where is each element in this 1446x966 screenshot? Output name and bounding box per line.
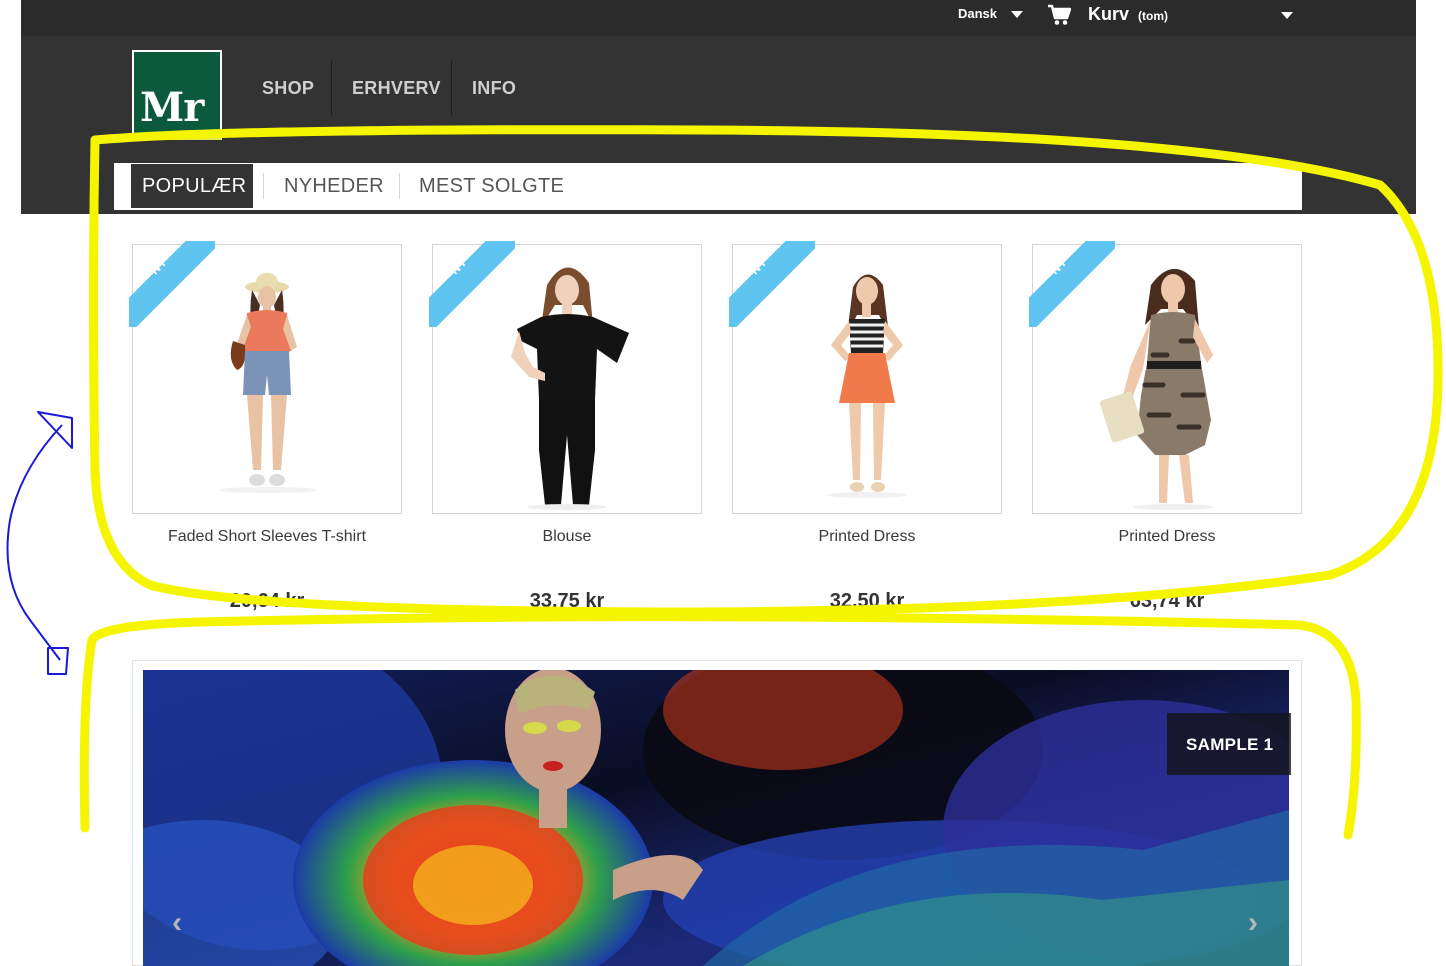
annotation-overlay: [6, 125, 1443, 840]
highlight-slider-region: [79, 612, 1361, 840]
arrowhead-down-icon: [47, 647, 69, 675]
page: Dansk Kurv (tom) Mr SHOP ERHVERV INFO PO…: [0, 0, 1446, 966]
highlight-top-region: [89, 125, 1443, 617]
arrowhead-up-icon: [37, 411, 73, 449]
annotation-arrow: [6, 424, 63, 661]
